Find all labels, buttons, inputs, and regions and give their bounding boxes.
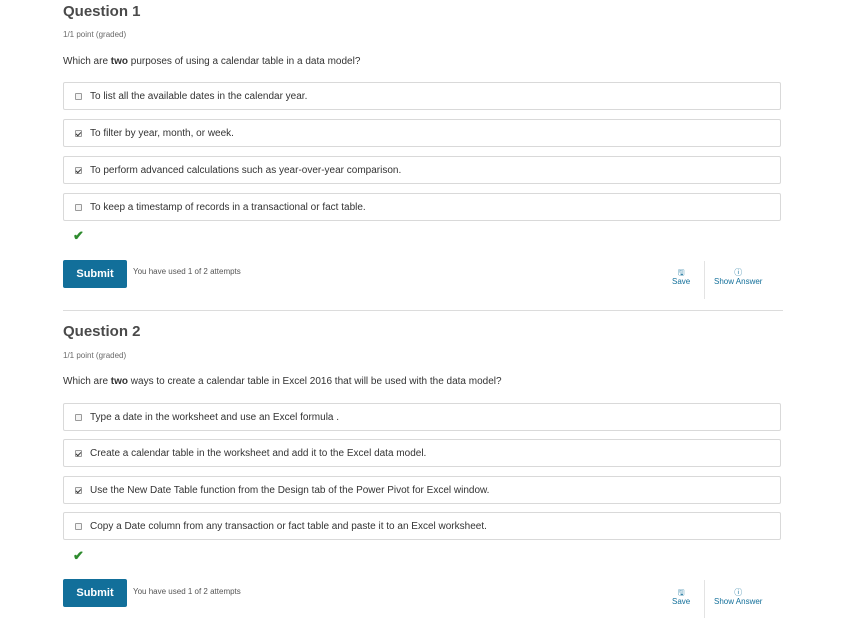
show-answer-label: Show Answer [714,597,763,606]
floppy-disk-icon: 🖫 [677,588,685,597]
checkbox[interactable] [75,522,82,530]
checkmark-icon: ✔ [73,228,84,243]
attempts-text: You have used 1 of 2 attempts [133,267,241,276]
checkbox[interactable] [75,203,82,211]
floppy-disk-icon: 🖫 [677,268,685,277]
checkmark-icon: ✔ [73,548,84,563]
question-divider [63,310,783,311]
save-button[interactable]: 🖫 Save [672,268,690,286]
choice-label: To perform advanced calculations such as… [90,164,402,176]
choice-3[interactable]: Use the New Date Table function from the… [63,476,781,504]
info-icon: ⓘ [734,268,743,277]
choice-label: To filter by year, month, or week. [90,127,234,139]
checkbox[interactable] [75,413,82,421]
choice-label: Copy a Date column from any transaction … [90,520,487,532]
choice-2[interactable]: To filter by year, month, or week. [63,119,781,147]
question-points: 1/1 point (graded) [63,351,127,360]
action-divider [704,580,705,618]
question-prompt: Which are two purposes of using a calend… [63,56,361,67]
choice-1[interactable]: To list all the available dates in the c… [63,82,781,110]
checkbox[interactable] [75,166,82,174]
submit-button[interactable]: Submit [63,260,127,288]
choice-label: To list all the available dates in the c… [90,90,308,102]
submit-button[interactable]: Submit [63,579,127,607]
show-answer-button[interactable]: ⓘ Show Answer [714,588,762,606]
question-points: 1/1 point (graded) [63,30,127,39]
checkbox[interactable] [75,449,82,457]
checkbox[interactable] [75,129,82,137]
question-title: Question 2 [63,323,141,340]
choice-label: To keep a timestamp of records in a tran… [90,201,366,213]
choice-4[interactable]: To keep a timestamp of records in a tran… [63,193,781,221]
show-answer-button[interactable]: ⓘ Show Answer [714,268,762,286]
choice-label: Type a date in the worksheet and use an … [90,411,340,423]
choice-1[interactable]: Type a date in the worksheet and use an … [63,403,781,431]
attempts-text: You have used 1 of 2 attempts [133,587,241,596]
save-button[interactable]: 🖫 Save [672,588,690,606]
choice-3[interactable]: To perform advanced calculations such as… [63,156,781,184]
question-prompt: Which are two ways to create a calendar … [63,376,502,387]
save-label: Save [672,277,691,286]
question-2: Question 2 1/1 point (graded) Which are … [63,323,783,618]
choice-label: Create a calendar table in the worksheet… [90,447,427,459]
action-divider [704,261,705,299]
choice-label: Use the New Date Table function from the… [90,484,490,496]
question-1: Question 1 1/1 point (graded) Which are … [63,3,783,299]
show-answer-label: Show Answer [714,277,763,286]
checkbox[interactable] [75,486,82,494]
save-label: Save [672,597,691,606]
choice-4[interactable]: Copy a Date column from any transaction … [63,512,781,540]
checkbox[interactable] [75,92,82,100]
choice-2[interactable]: Create a calendar table in the worksheet… [63,439,781,467]
info-icon: ⓘ [734,588,743,597]
question-title: Question 1 [63,3,141,20]
